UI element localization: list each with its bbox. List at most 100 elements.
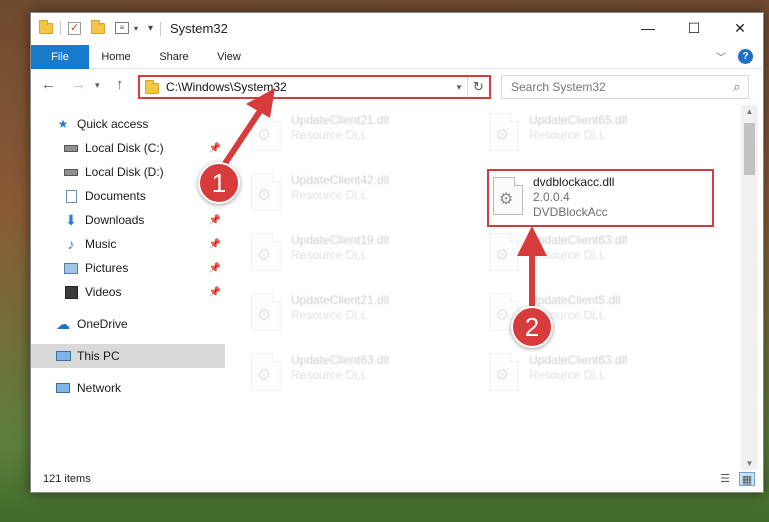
ribbon-right-controls: ﹀ ?: [716, 49, 753, 64]
properties-icon[interactable]: ≡: [115, 22, 129, 34]
file-item[interactable]: ⚙ UpdateClient21.dll Resource DLL: [239, 107, 469, 161]
address-dropdown-icon[interactable]: ▾: [451, 82, 467, 93]
details-view-icon[interactable]: ☰: [717, 472, 733, 486]
search-icon[interactable]: ⌕: [726, 79, 748, 95]
customize-qat-icon[interactable]: ▾: [148, 23, 153, 34]
maximize-button[interactable]: ☐: [671, 13, 717, 43]
file-description: Resource DLL: [291, 188, 368, 202]
sidebar-item-label: Music: [85, 237, 117, 251]
explorer-window: ✓ ≡ ▾ ▾ System32 — ☐ ✕ File Home Share Vi…: [30, 12, 764, 493]
sidebar-item-this-pc[interactable]: This PC: [31, 344, 225, 368]
sidebar-item-label: This PC: [77, 349, 120, 363]
sidebar-item-label: Local Disk (C:): [85, 141, 164, 155]
address-bar[interactable]: C:\Windows\System32 ▾ ↻: [138, 75, 491, 99]
sidebar-item-label: OneDrive: [77, 317, 128, 331]
close-button[interactable]: ✕: [717, 13, 763, 43]
tiles-view-icon[interactable]: ▦: [739, 472, 755, 486]
refresh-icon[interactable]: ↻: [467, 77, 489, 97]
file-item[interactable]: ⚙ UpdateClient21.dll Resource DLL: [239, 287, 469, 341]
network-icon: [55, 381, 71, 395]
sidebar-item-documents[interactable]: Documents 📌: [31, 184, 225, 208]
tab-share[interactable]: Share: [151, 45, 197, 69]
sidebar-item-label: Quick access: [77, 117, 149, 131]
chevron-down-icon[interactable]: ▾: [134, 24, 138, 33]
dll-file-icon: ⚙: [493, 177, 527, 219]
up-arrow-icon[interactable]: ↑: [116, 76, 124, 93]
pin-icon: 📌: [208, 238, 221, 250]
dll-file-icon: ⚙: [251, 353, 285, 395]
file-name: UpdateClient65.dll: [529, 113, 628, 127]
dll-file-icon: ⚙: [489, 113, 523, 155]
file-name: UpdateClient5.dll: [529, 293, 621, 307]
sidebar-item-label: Documents: [85, 189, 146, 203]
dll-file-icon: ⚙: [489, 233, 523, 275]
file-item[interactable]: ⚙ UpdateClient63.dll Resource DLL: [239, 347, 469, 401]
scroll-thumb[interactable]: [744, 123, 755, 175]
videos-icon: [63, 285, 79, 299]
file-item[interactable]: ⚙ UpdateClient63.dll Resource DLL: [477, 227, 707, 281]
sidebar-item-quick-access[interactable]: ★ Quick access: [31, 112, 225, 136]
file-description: Resource DLL: [291, 368, 368, 382]
dll-file-icon: ⚙: [489, 353, 523, 395]
scroll-down-icon[interactable]: ▼: [741, 459, 758, 468]
file-name: UpdateClient63.dll: [529, 233, 628, 247]
sidebar-item-local-disk-d[interactable]: Local Disk (D:): [31, 160, 225, 184]
tab-home[interactable]: Home: [93, 45, 139, 69]
sidebar-item-downloads[interactable]: ⬇ Downloads 📌: [31, 208, 225, 232]
sidebar-item-network[interactable]: Network: [31, 376, 225, 400]
tab-file[interactable]: File: [31, 45, 89, 69]
expand-ribbon-icon[interactable]: ﹀: [716, 49, 726, 64]
back-arrow-icon[interactable]: ←: [41, 76, 56, 93]
download-icon: ⬇: [65, 211, 77, 228]
sidebar-item-music[interactable]: ♪ Music 📌: [31, 232, 225, 256]
file-item[interactable]: ⚙ UpdateClient19.dll Resource DLL: [239, 227, 469, 281]
file-description: Resource DLL: [529, 248, 606, 262]
sidebar-item-videos[interactable]: Videos 📌: [31, 280, 225, 304]
folder-icon: [145, 80, 159, 94]
item-count: 121 items: [43, 473, 91, 485]
sidebar-item-local-disk-c[interactable]: Local Disk (C:) 📌: [31, 136, 225, 160]
scroll-up-icon[interactable]: ▲: [741, 107, 758, 116]
pictures-icon: [63, 261, 79, 275]
drive-icon: [63, 141, 79, 155]
drive-icon: [63, 165, 79, 179]
file-item[interactable]: ⚙ UpdateClient65.dll Resource DLL: [477, 107, 707, 161]
file-description: Resource DLL: [291, 308, 368, 322]
title-bar: ✓ ≡ ▾ ▾ System32 — ☐ ✕: [31, 13, 763, 45]
file-description: Resource DLL: [291, 248, 368, 262]
qat-separator: [60, 21, 61, 35]
star-icon: ★: [57, 117, 69, 131]
sidebar-item-label: Videos: [85, 285, 122, 299]
address-path[interactable]: C:\Windows\System32: [166, 80, 451, 94]
minimize-button[interactable]: —: [625, 13, 671, 43]
window-controls: — ☐ ✕: [625, 13, 763, 43]
sidebar-item-label: Network: [77, 381, 122, 395]
file-name: dvdblockacc.dll: [533, 175, 615, 189]
dll-file-icon: ⚙: [251, 113, 285, 155]
documents-icon: [63, 189, 79, 203]
help-icon[interactable]: ?: [738, 49, 753, 64]
file-item[interactable]: ⚙ UpdateClient42.dll Resource DLL: [239, 167, 469, 221]
music-icon: ♪: [67, 236, 75, 252]
file-version: 2.0.0.4: [533, 190, 570, 204]
recent-locations-icon[interactable]: ▾: [95, 80, 100, 91]
properties-check-icon[interactable]: ✓: [68, 21, 81, 35]
search-box[interactable]: ⌕: [501, 75, 749, 99]
tab-view[interactable]: View: [206, 45, 252, 69]
new-folder-icon[interactable]: [91, 19, 105, 34]
sidebar-item-onedrive[interactable]: ☁ OneDrive: [31, 312, 225, 336]
file-item-dvdblockacc[interactable]: ⚙ dvdblockacc.dll 2.0.0.4 DVDBlockAcc: [487, 169, 714, 227]
vertical-scrollbar[interactable]: ▲ ▼: [741, 105, 758, 470]
file-name: UpdateClient21.dll: [291, 113, 390, 127]
pin-icon: 📌: [208, 214, 221, 226]
sidebar-item-label: Pictures: [85, 261, 129, 275]
file-description: Resource DLL: [291, 128, 368, 142]
forward-arrow-icon[interactable]: →: [71, 76, 86, 93]
navigation-pane: ★ Quick access Local Disk (C:) 📌 Local D…: [31, 110, 225, 465]
file-item[interactable]: ⚙ UpdateClient63.dll Resource DLL: [477, 347, 707, 401]
search-input[interactable]: [502, 80, 726, 94]
sidebar-item-pictures[interactable]: Pictures 📌: [31, 256, 225, 280]
pc-icon: [55, 349, 71, 363]
sidebar-item-label: Downloads: [85, 213, 145, 227]
ribbon: File Home Share View ﹀ ?: [31, 45, 763, 69]
